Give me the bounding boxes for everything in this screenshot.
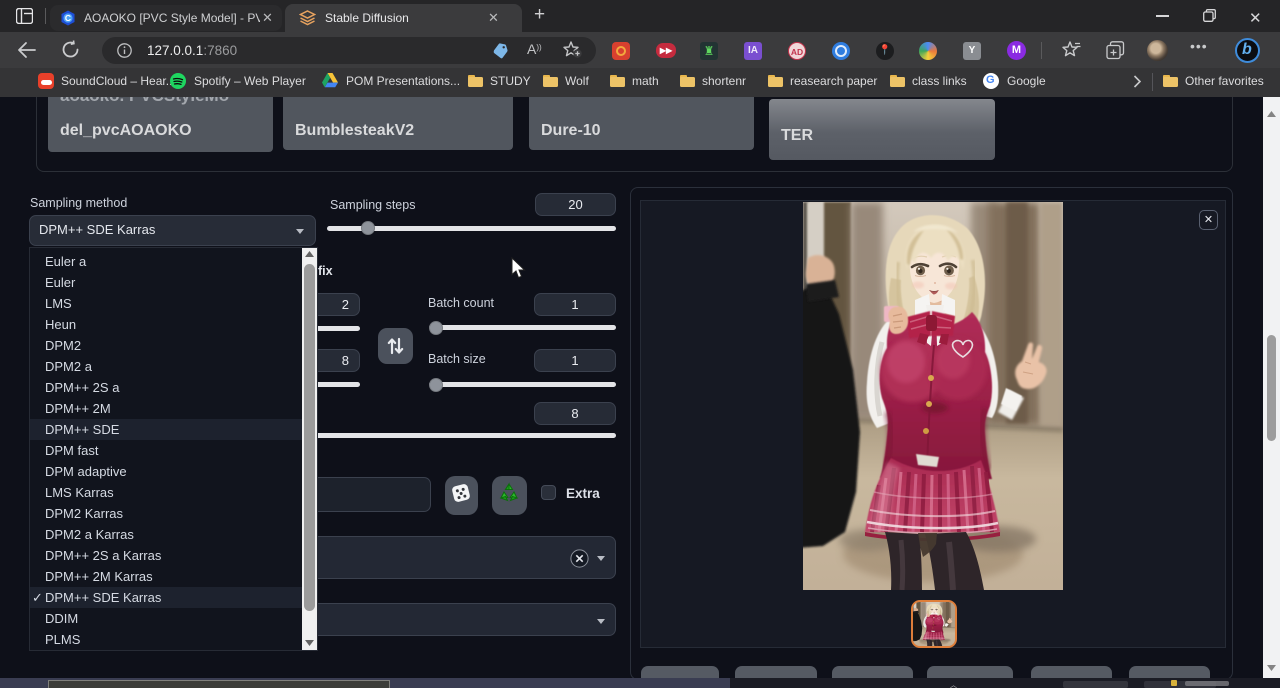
svg-text:C: C — [65, 13, 71, 23]
